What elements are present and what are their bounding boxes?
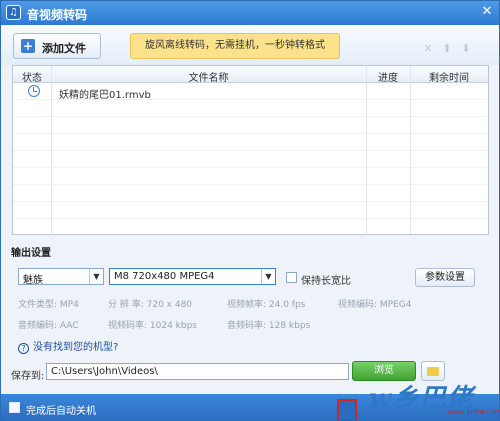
table-row-empty bbox=[13, 151, 488, 168]
column-header-filename[interactable]: 文件名称 bbox=[51, 69, 366, 84]
table-header: 状态 文件名称 进度 剩余时间 bbox=[13, 66, 488, 84]
toolbar: + 添加文件 旋风离线转码，无需挂机，一秒钟转格式 ✕ ⬆ ⬇ bbox=[1, 25, 499, 65]
save-to-label: 保存到: bbox=[11, 371, 45, 382]
question-icon: ? bbox=[18, 343, 29, 354]
start-button-highlight[interactable] bbox=[337, 399, 357, 420]
transcode-window: ♫ 音视频转码 ✕ + 添加文件 旋风离线转码，无需挂机，一秒钟转格式 ✕ ⬆ … bbox=[0, 0, 500, 421]
auto-shutdown-checkbox[interactable] bbox=[9, 402, 20, 413]
param-settings-button[interactable]: 参数设置 bbox=[415, 268, 475, 287]
arrow-up-icon[interactable]: ⬆ bbox=[441, 43, 453, 55]
save-path-field[interactable]: C:\Users\John\Videos\ bbox=[46, 363, 349, 380]
add-file-button[interactable]: + 添加文件 bbox=[13, 33, 101, 59]
auto-shutdown-label: 完成后自动关机 bbox=[26, 406, 96, 417]
chevron-down-icon: ▼ bbox=[89, 269, 103, 284]
audio-bitrate-info: 音频码率: 128 kbps bbox=[227, 321, 311, 331]
plus-icon: + bbox=[21, 39, 35, 53]
file-table: 状态 文件名称 进度 剩余时间 妖精的尾巴01.rmvb bbox=[12, 65, 489, 235]
close-icon[interactable]: ✕ bbox=[479, 4, 495, 20]
table-row-empty bbox=[13, 117, 488, 134]
video-fps-info: 视频帧率: 24.0 fps bbox=[227, 300, 306, 310]
table-row-empty bbox=[13, 100, 488, 117]
brand-select[interactable]: 魅族 ▼ bbox=[18, 268, 104, 286]
keep-ratio-label: 保持长宽比 bbox=[301, 276, 351, 287]
resolution-info: 分 辨 率: 720 x 480 bbox=[108, 300, 193, 310]
add-file-label: 添加文件 bbox=[42, 42, 86, 55]
file-name: 妖精的尾巴01.rmvb bbox=[59, 90, 151, 101]
offline-transcode-banner[interactable]: 旋风离线转码，无需挂机，一秒钟转格式 bbox=[130, 33, 340, 59]
watermark-logo: w乡巴佬 www.386w.com bbox=[363, 374, 500, 418]
device-model-value: M8 720x480 MPEG4 bbox=[114, 271, 215, 282]
keep-ratio-checkbox[interactable] bbox=[286, 272, 297, 283]
audio-codec-info: 音频编码: AAC bbox=[18, 321, 79, 331]
output-settings-title: 输出设置 bbox=[11, 248, 51, 259]
chevron-down-icon: ▼ bbox=[261, 269, 275, 284]
clock-icon bbox=[28, 85, 40, 97]
device-not-found-link[interactable]: ? 没有找到您的机型? bbox=[18, 338, 118, 354]
device-model-select[interactable]: M8 720x480 MPEG4 ▼ bbox=[109, 268, 276, 285]
title-bar[interactable]: ♫ 音视频转码 ✕ bbox=[1, 1, 499, 25]
help-link-text: 没有找到您的机型? bbox=[33, 342, 119, 353]
window-title: 音视频转码 bbox=[27, 8, 88, 22]
column-header-progress[interactable]: 进度 bbox=[366, 69, 410, 84]
table-row-empty bbox=[13, 134, 488, 151]
table-row[interactable]: 妖精的尾巴01.rmvb bbox=[13, 83, 488, 101]
arrow-down-icon[interactable]: ⬇ bbox=[460, 43, 472, 55]
video-bitrate-info: 视频码率: 1024 kbps bbox=[108, 321, 197, 331]
table-row-empty bbox=[13, 202, 488, 219]
column-header-remaining[interactable]: 剩余时间 bbox=[410, 69, 488, 84]
column-header-status[interactable]: 状态 bbox=[13, 69, 51, 84]
brand-select-value: 魅族 bbox=[23, 275, 43, 286]
table-row-empty bbox=[13, 168, 488, 185]
app-icon: ♫ bbox=[6, 5, 21, 20]
close-icon[interactable]: ✕ bbox=[422, 43, 434, 55]
table-row-empty bbox=[13, 185, 488, 202]
file-type-info: 文件类型: MP4 bbox=[18, 300, 79, 310]
watermark-url: www.386w.com bbox=[447, 408, 500, 416]
video-codec-info: 视频编码: MPEG4 bbox=[338, 300, 412, 310]
